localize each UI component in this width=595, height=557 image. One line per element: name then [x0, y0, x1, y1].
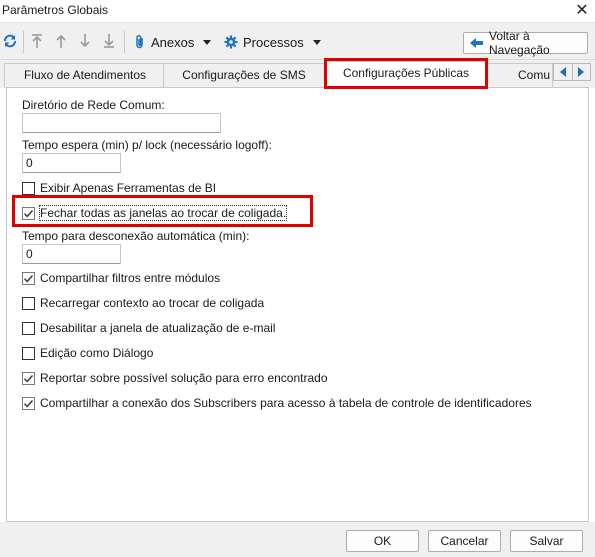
scroll-tabs-right-icon[interactable]	[571, 64, 591, 80]
checkbox-box[interactable]	[22, 396, 35, 410]
checkbox-box[interactable]	[22, 296, 35, 310]
checkbox-label: Compartilhar filtros entre módulos	[40, 271, 221, 285]
checkbox-box[interactable]	[22, 321, 35, 335]
close-icon[interactable]: ✕	[572, 1, 592, 21]
window-title: Parâmetros Globais	[2, 3, 109, 17]
checkbox-label: Exibir Apenas Ferramentas de BI	[40, 181, 217, 195]
chevron-down-icon	[203, 39, 212, 45]
checkmark-icon	[24, 374, 34, 383]
checkbox-reportar-solucao[interactable]: Reportar sobre possível solução para err…	[22, 370, 328, 386]
tab-comu[interactable]: Comu	[487, 63, 553, 88]
title-bar: Parâmetros Globais ✕	[0, 0, 595, 22]
checkbox-label: Recarregar contexto ao trocar de coligad…	[40, 296, 265, 310]
gear-icon	[224, 35, 238, 49]
checkbox-box[interactable]	[22, 271, 35, 285]
checkbox-compartilhar-filtros[interactable]: Compartilhar filtros entre módulos	[22, 270, 220, 286]
processos-button[interactable]: Processos	[224, 31, 321, 53]
checkbox-exibir-ferramentas-bi[interactable]: Exibir Apenas Ferramentas de BI	[22, 180, 216, 196]
checkbox-label: Fechar todas as janelas ao trocar de col…	[38, 205, 288, 221]
checkbox-recarregar-contexto[interactable]: Recarregar contexto ao trocar de coligad…	[22, 295, 264, 311]
toolbar-separator	[23, 31, 24, 53]
refresh-icon[interactable]	[1, 32, 19, 50]
tab-fluxo-atendimentos[interactable]: Fluxo de Atendimentos	[4, 63, 166, 88]
checkbox-box[interactable]	[22, 206, 35, 220]
tempo-espera-input[interactable]	[22, 153, 121, 173]
checkbox-box[interactable]	[22, 371, 35, 385]
chevron-down-icon	[312, 39, 321, 45]
tab-scroll-buttons	[553, 63, 591, 81]
tab-configuracoes-sms[interactable]: Configurações de SMS	[163, 63, 325, 88]
diretorio-input[interactable]	[22, 113, 221, 133]
checkbox-desabilitar-janela-email[interactable]: Desabilitar a janela de atualização de e…	[22, 320, 275, 336]
checkbox-label: Reportar sobre possível solução para err…	[40, 371, 328, 385]
back-arrow-icon	[470, 37, 484, 49]
scroll-tabs-left-icon[interactable]	[554, 64, 572, 80]
dialog-footer: OK Cancelar Salvar	[0, 522, 595, 557]
anexos-button[interactable]: Anexos	[134, 31, 212, 53]
toolbar-separator	[124, 31, 125, 53]
checkmark-icon	[24, 399, 34, 408]
checkbox-compartilhar-conexao-subscribers[interactable]: Compartilhar a conexão dos Subscribers p…	[22, 395, 532, 411]
voltar-navegacao-label: Voltar à Navegação	[489, 29, 550, 57]
checkmark-icon	[24, 209, 34, 218]
tempo-desconexao-input[interactable]	[22, 244, 121, 264]
move-bottom-icon[interactable]	[100, 32, 118, 50]
checkbox-label: Desabilitar a janela de atualização de e…	[40, 321, 276, 335]
processos-label: Processos	[243, 34, 304, 50]
move-up-icon[interactable]	[52, 32, 70, 50]
move-down-icon[interactable]	[76, 32, 94, 50]
diretorio-label: Diretório de Rede Comum:	[22, 98, 165, 112]
tab-configuracoes-publicas[interactable]: Configurações Públicas	[325, 61, 487, 88]
checkbox-edicao-dialogo[interactable]: Edição como Diálogo	[22, 345, 153, 361]
tempo-desconexao-label: Tempo para desconexão automática (min):	[22, 229, 250, 243]
paperclip-icon	[134, 34, 146, 50]
toolbar: Anexos Processos Voltar à Navegação	[0, 22, 595, 60]
checkbox-label: Edição como Diálogo	[40, 346, 154, 360]
move-top-icon[interactable]	[28, 32, 46, 50]
cancel-button[interactable]: Cancelar	[428, 530, 501, 552]
tempo-espera-label: Tempo espera (min) p/ lock (necessário l…	[22, 138, 272, 152]
checkbox-fechar-janelas[interactable]: Fechar todas as janelas ao trocar de col…	[22, 205, 288, 221]
save-button[interactable]: Salvar	[510, 530, 583, 552]
anexos-label: Anexos	[151, 34, 195, 50]
checkbox-box[interactable]	[22, 346, 35, 360]
ok-button[interactable]: OK	[346, 530, 419, 552]
voltar-navegacao-button[interactable]: Voltar à Navegação	[463, 29, 588, 57]
checkmark-icon	[24, 274, 34, 283]
checkbox-box[interactable]	[22, 181, 35, 195]
checkbox-label: Compartilhar a conexão dos Subscribers p…	[40, 396, 532, 410]
tab-strip: Fluxo de Atendimentos Configurações de S…	[0, 60, 595, 88]
